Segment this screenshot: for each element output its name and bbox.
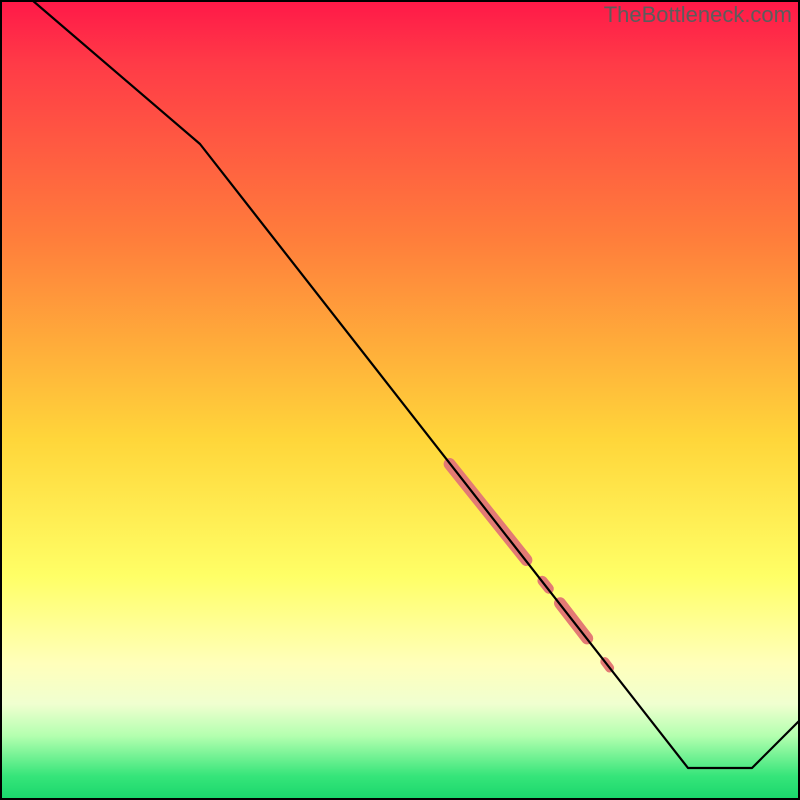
bottleneck-curve	[0, 0, 800, 768]
chart-svg	[0, 0, 800, 800]
watermark-text: TheBottleneck.com	[604, 2, 792, 28]
chart-container: TheBottleneck.com	[0, 0, 800, 800]
